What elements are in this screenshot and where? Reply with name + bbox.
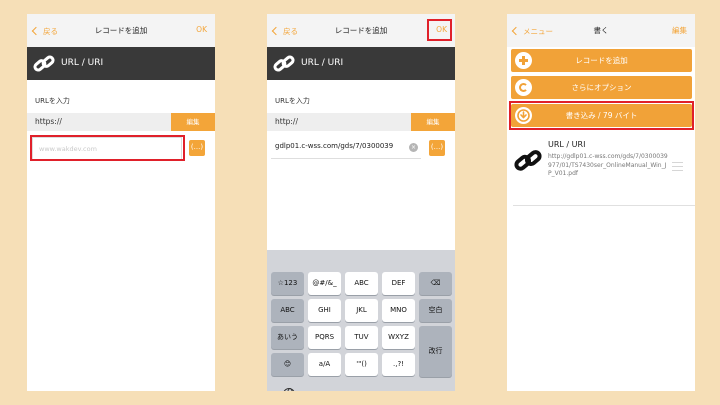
url-input[interactable]: gdlp01.c-wss.com/gds/7/0300039 — [275, 139, 421, 155]
back-label: 戻る — [43, 26, 58, 36]
add-record-label: レコードを追加 — [575, 56, 628, 65]
input-underline — [271, 158, 421, 159]
chevron-left-icon — [271, 26, 281, 36]
key-tuv[interactable]: TUV — [345, 326, 378, 349]
key-def[interactable]: DEF — [382, 272, 415, 295]
key-kana-mode[interactable]: あいう — [271, 326, 304, 349]
drag-handle-icon[interactable] — [672, 162, 683, 171]
more-options-button[interactable]: さらにオプション — [511, 76, 692, 99]
link-icon — [514, 150, 542, 171]
write-button[interactable]: 書き込み / 79 バイト — [511, 104, 692, 127]
screen-write: メニュー 書く 編集 レコードを追加 さらにオプション 書き込み / 79 バイ… — [507, 14, 695, 391]
more-options-button[interactable]: (...) — [429, 140, 445, 156]
nav-title: レコードを追加 — [94, 26, 148, 35]
key-abc[interactable]: ABC — [345, 272, 378, 295]
key-symbols[interactable]: @#/&_ — [308, 272, 341, 295]
link-icon — [273, 55, 295, 72]
record-type-title: URL / URI — [61, 58, 104, 68]
back-label: 戻る — [283, 26, 298, 36]
record-title: URL / URI — [548, 140, 586, 149]
edit-scheme-button[interactable]: 編集 — [171, 113, 215, 131]
screen-add-record-typing: 戻る レコードを追加 OK URL / URI URLを入力 http:// 編… — [267, 14, 455, 391]
key-jkl[interactable]: JKL — [345, 299, 378, 322]
nav-bar: メニュー 書く 編集 — [507, 14, 695, 47]
globe-icon[interactable] — [283, 388, 295, 391]
nav-bar: 戻る レコードを追加 OK — [267, 14, 455, 47]
ok-button[interactable]: OK — [436, 25, 447, 34]
record-type-title: URL / URI — [301, 58, 344, 68]
return-key[interactable]: 改行 — [419, 326, 452, 377]
nav-title: レコードを追加 — [334, 26, 388, 35]
record-url: http://gdlp01.c-wss.com/gds/7/0300039977… — [548, 153, 668, 177]
key-ghi[interactable]: GHI — [308, 299, 341, 322]
edit-button[interactable]: 編集 — [672, 25, 687, 36]
key-mno[interactable]: MNO — [382, 299, 415, 322]
more-options-button[interactable]: (...) — [189, 140, 205, 156]
key-punct[interactable]: .,?! — [382, 353, 415, 376]
key-numbers[interactable]: ☆123 — [271, 272, 304, 295]
record-type-header: URL / URI — [267, 47, 455, 80]
clear-icon[interactable]: × — [409, 143, 418, 152]
ok-button[interactable]: OK — [196, 25, 207, 34]
key-case[interactable]: a/A — [308, 353, 341, 376]
back-button[interactable]: 戻る — [271, 24, 298, 38]
key-quotes[interactable]: '"() — [345, 353, 378, 376]
section-label: URLを入力 — [275, 97, 310, 105]
key-abc-mode[interactable]: ABC — [271, 299, 304, 322]
space-key[interactable]: 空白 — [419, 299, 452, 322]
back-button[interactable]: 戻る — [31, 24, 58, 38]
link-icon — [33, 55, 55, 72]
key-wxyz[interactable]: WXYZ — [382, 326, 415, 349]
chevron-left-icon — [31, 26, 41, 36]
chevron-left-icon — [511, 26, 521, 36]
nav-bar: 戻る レコードを追加 OK — [27, 14, 215, 47]
backspace-key[interactable]: ⌫ — [419, 272, 452, 295]
section-label: URLを入力 — [35, 97, 70, 105]
more-options-label: さらにオプション — [571, 83, 632, 92]
url-input[interactable]: www.wakdev.com — [32, 137, 182, 160]
record-type-header: URL / URI — [27, 47, 215, 80]
edit-scheme-button[interactable]: 編集 — [411, 113, 455, 131]
scheme-value: http:// — [275, 117, 298, 126]
nav-title: 書く — [593, 26, 609, 35]
write-label: 書き込み / 79 バイト — [565, 111, 638, 120]
add-record-button[interactable]: レコードを追加 — [511, 49, 692, 72]
scheme-row[interactable]: https:// 編集 — [27, 113, 215, 131]
emoji-key[interactable]: 😊 — [271, 353, 304, 376]
scheme-row[interactable]: http:// 編集 — [267, 113, 455, 131]
keyboard: ☆123 @#/&_ ABC DEF ⌫ ABC GHI JKL MNO 空白 … — [267, 250, 455, 391]
screen-add-record-empty: 戻る レコードを追加 OK URL / URI URLを入力 https:// … — [27, 14, 215, 391]
key-pqrs[interactable]: PQRS — [308, 326, 341, 349]
scheme-value: https:// — [35, 117, 62, 126]
row-divider — [513, 205, 695, 206]
